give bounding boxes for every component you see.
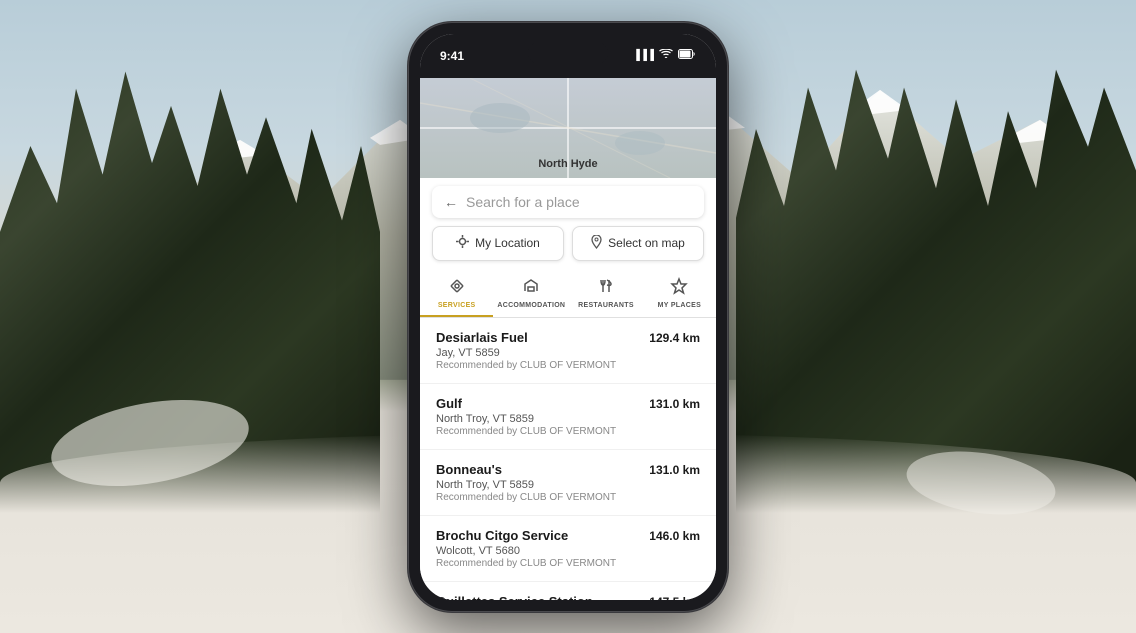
phone-content: North Hyde ← Search for a place <box>420 78 716 600</box>
tab-my-places-label: MY PLACES <box>658 302 701 309</box>
list-item[interactable]: Brochu Citgo Service 146.0 km Wolcott, V… <box>420 516 716 582</box>
tab-accommodation-label: ACCOMMODATION <box>497 302 565 309</box>
tab-restaurants[interactable]: RESTAURANTS <box>569 269 642 317</box>
restaurants-icon <box>597 277 615 300</box>
place-address: North Troy, VT 5859 <box>436 413 700 425</box>
status-time: 9:41 <box>440 49 464 63</box>
my-location-label: My Location <box>475 236 540 250</box>
place-distance: 131.0 km <box>649 463 700 477</box>
place-name: Bonneau's <box>436 462 502 477</box>
place-distance: 129.4 km <box>649 331 700 345</box>
search-bar[interactable]: ← Search for a place <box>432 186 704 218</box>
place-distance: 146.0 km <box>649 529 700 543</box>
list-item[interactable]: Desiarlais Fuel 129.4 km Jay, VT 5859 Re… <box>420 318 716 384</box>
list-item-header: Brochu Citgo Service 146.0 km <box>436 528 700 543</box>
location-buttons: My Location Select on map <box>432 226 704 261</box>
place-name: Guillettes Service Station <box>436 594 593 600</box>
place-address: North Troy, VT 5859 <box>436 479 700 491</box>
search-placeholder: Search for a place <box>466 194 692 210</box>
notch <box>528 42 608 64</box>
place-distance: 131.0 km <box>649 397 700 411</box>
status-bar: 9:41 ▐▐▐ <box>420 34 716 78</box>
select-on-map-label: Select on map <box>608 236 685 250</box>
place-name: Gulf <box>436 396 462 411</box>
my-location-button[interactable]: My Location <box>432 226 564 261</box>
map-area: North Hyde <box>420 78 716 178</box>
map-pin-icon <box>591 235 602 252</box>
tab-restaurants-label: RESTAURANTS <box>578 302 634 309</box>
tab-accommodation[interactable]: ACCOMMODATION <box>493 269 569 317</box>
status-icons: ▐▐▐ <box>633 49 696 62</box>
crosshair-icon <box>456 235 469 251</box>
wifi-icon <box>659 49 673 62</box>
places-list: Desiarlais Fuel 129.4 km Jay, VT 5859 Re… <box>420 318 716 600</box>
tabs-bar: SERVICES ACCOMMODATION <box>420 269 716 318</box>
place-recommended: Recommended by CLUB OF VERMONT <box>436 360 700 371</box>
list-item-header: Gulf 131.0 km <box>436 396 700 411</box>
place-address: Jay, VT 5859 <box>436 347 700 359</box>
tab-services-label: SERVICES <box>438 302 476 309</box>
battery-icon <box>678 49 696 62</box>
phone-screen: 9:41 ▐▐▐ <box>420 34 716 600</box>
star-icon <box>670 277 688 300</box>
tab-services[interactable]: SERVICES <box>420 269 493 317</box>
search-area: ← Search for a place <box>420 178 716 269</box>
place-address: Wolcott, VT 5680 <box>436 545 700 557</box>
place-recommended: Recommended by CLUB OF VERMONT <box>436 558 700 569</box>
place-distance: 147.5 km <box>649 595 700 600</box>
list-item[interactable]: Bonneau's 131.0 km North Troy, VT 5859 R… <box>420 450 716 516</box>
place-name: Desiarlais Fuel <box>436 330 528 345</box>
list-item[interactable]: Gulf 131.0 km North Troy, VT 5859 Recomm… <box>420 384 716 450</box>
place-name: Brochu Citgo Service <box>436 528 568 543</box>
tab-my-places[interactable]: MY PLACES <box>643 269 716 317</box>
list-item-header: Desiarlais Fuel 129.4 km <box>436 330 700 345</box>
phone-wrapper: 9:41 ▐▐▐ <box>408 22 728 612</box>
list-item[interactable]: Guillettes Service Station 147.5 km Newp… <box>420 582 716 600</box>
services-icon <box>448 277 466 300</box>
map-location-label: North Hyde <box>538 158 597 170</box>
list-item-header: Guillettes Service Station 147.5 km <box>436 594 700 600</box>
accommodation-icon <box>522 277 540 300</box>
signal-icon: ▐▐▐ <box>633 50 654 61</box>
place-recommended: Recommended by CLUB OF VERMONT <box>436 492 700 503</box>
list-item-header: Bonneau's 131.0 km <box>436 462 700 477</box>
select-on-map-button[interactable]: Select on map <box>572 226 704 261</box>
phone-device: 9:41 ▐▐▐ <box>408 22 728 612</box>
place-recommended: Recommended by CLUB OF VERMONT <box>436 426 700 437</box>
back-icon[interactable]: ← <box>444 194 458 210</box>
